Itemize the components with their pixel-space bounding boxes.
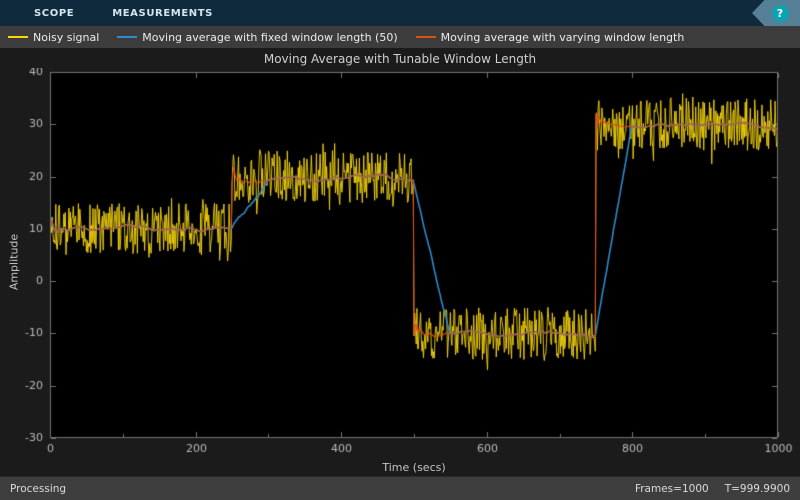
x-axis-label: Time (secs) [50, 461, 778, 474]
question-icon: ? [777, 7, 783, 20]
legend-label: Noisy signal [33, 31, 99, 44]
scope-window: SCOPE MEASUREMENTS ? Noisy signal Moving… [0, 0, 800, 500]
y-axis-label: Amplitude [8, 222, 21, 302]
tab-measurements[interactable]: MEASUREMENTS [112, 8, 213, 19]
legend-label: Moving average with fixed window length … [142, 31, 397, 44]
status-bar: Processing Frames=1000 T=999.9900 [0, 476, 800, 500]
help-button[interactable]: ? [772, 5, 789, 22]
legend-swatch-fixed-window [117, 36, 137, 38]
toolbar: SCOPE MEASUREMENTS ? [0, 0, 800, 26]
help-banner: ? [752, 0, 800, 26]
tab-scope[interactable]: SCOPE [34, 8, 74, 19]
legend-item-fixed-window[interactable]: Moving average with fixed window length … [117, 31, 397, 44]
status-frames: Frames=1000 [635, 483, 709, 495]
plot-region: Moving Average with Tunable Window Lengt… [0, 48, 800, 476]
legend-swatch-noisy-signal [8, 36, 28, 38]
legend: Noisy signal Moving average with fixed w… [0, 26, 800, 48]
chart-canvas[interactable] [0, 68, 800, 476]
legend-swatch-varying-window [416, 36, 436, 38]
chart-title: Moving Average with Tunable Window Lengt… [0, 52, 800, 66]
status-processing: Processing [10, 483, 66, 495]
legend-label: Moving average with varying window lengt… [441, 31, 685, 44]
status-time: T=999.9900 [725, 483, 790, 495]
legend-item-varying-window[interactable]: Moving average with varying window lengt… [416, 31, 685, 44]
legend-item-noisy-signal[interactable]: Noisy signal [8, 31, 99, 44]
